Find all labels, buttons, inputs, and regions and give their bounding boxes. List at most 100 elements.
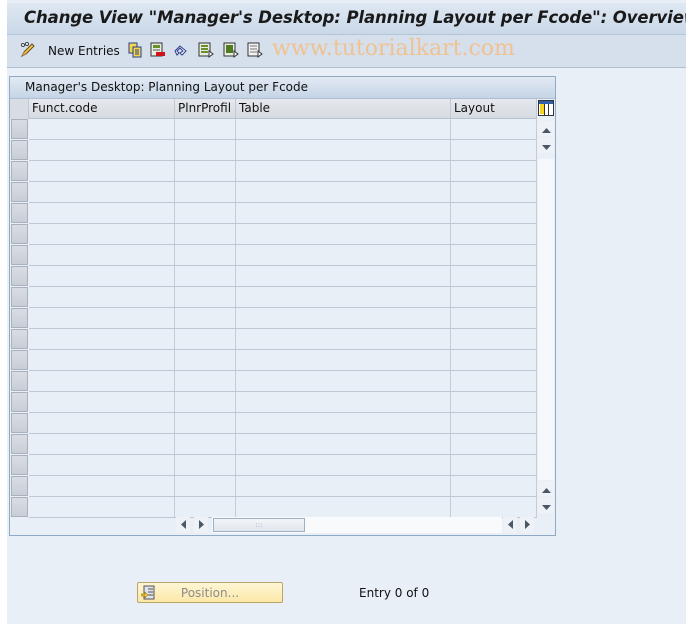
delete-button[interactable] (150, 42, 166, 60)
vertical-scrollbar-track[interactable] (538, 159, 554, 480)
scroll-far-right-button[interactable] (520, 517, 534, 533)
cell-table[interactable] (236, 371, 451, 392)
cell-plnr-profil[interactable] (175, 329, 236, 350)
cell-plnr-profil[interactable] (175, 266, 236, 287)
cell-table[interactable] (236, 182, 451, 203)
copy-as-button[interactable] (127, 42, 143, 60)
row-selector[interactable] (11, 413, 28, 433)
row-selector[interactable] (11, 119, 28, 139)
row-selector[interactable] (11, 392, 28, 412)
row-selector[interactable] (11, 308, 28, 328)
cell-layout[interactable] (451, 476, 537, 497)
select-block-button[interactable] (223, 42, 239, 60)
column-header-funct-code[interactable]: Funct.code (29, 99, 175, 119)
cell-layout[interactable] (451, 392, 537, 413)
scroll-far-left-button[interactable] (503, 517, 517, 533)
cell-funct-code[interactable] (29, 497, 175, 518)
cell-funct-code[interactable] (29, 350, 175, 371)
position-button[interactable]: Position... (137, 582, 283, 603)
cell-funct-code[interactable] (29, 245, 175, 266)
cell-table[interactable] (236, 224, 451, 245)
cell-layout[interactable] (451, 308, 537, 329)
cell-layout[interactable] (451, 434, 537, 455)
table-settings-button[interactable] (538, 100, 554, 116)
cell-plnr-profil[interactable] (175, 371, 236, 392)
row-selector[interactable] (11, 497, 28, 517)
cell-funct-code[interactable] (29, 266, 175, 287)
row-selector[interactable] (11, 329, 28, 349)
cell-table[interactable] (236, 497, 451, 518)
row-selector[interactable] (11, 287, 28, 307)
cell-layout[interactable] (451, 266, 537, 287)
cell-table[interactable] (236, 308, 451, 329)
scroll-right-button[interactable] (194, 517, 208, 533)
cell-table[interactable] (236, 350, 451, 371)
cell-plnr-profil[interactable] (175, 455, 236, 476)
cell-layout[interactable] (451, 455, 537, 476)
scroll-page-down-button[interactable] (538, 138, 554, 153)
cell-table[interactable] (236, 119, 451, 140)
cell-funct-code[interactable] (29, 287, 175, 308)
display-change-button[interactable] (19, 41, 37, 60)
cell-layout[interactable] (451, 245, 537, 266)
undo-change-button[interactable] (173, 42, 189, 60)
cell-funct-code[interactable] (29, 455, 175, 476)
cell-layout[interactable] (451, 329, 537, 350)
select-all-rows-corner[interactable] (10, 99, 29, 119)
scroll-up-button[interactable] (538, 481, 554, 496)
cell-plnr-profil[interactable] (175, 119, 236, 140)
column-header-table[interactable]: Table (236, 99, 451, 119)
cell-funct-code[interactable] (29, 161, 175, 182)
row-selector[interactable] (11, 455, 28, 475)
cell-plnr-profil[interactable] (175, 287, 236, 308)
cell-layout[interactable] (451, 497, 537, 518)
cell-funct-code[interactable] (29, 434, 175, 455)
cell-table[interactable] (236, 329, 451, 350)
column-header-layout[interactable]: Layout (451, 99, 537, 119)
cell-plnr-profil[interactable] (175, 203, 236, 224)
cell-plnr-profil[interactable] (175, 140, 236, 161)
deselect-all-button[interactable] (247, 42, 263, 60)
cell-table[interactable] (236, 161, 451, 182)
cell-layout[interactable] (451, 161, 537, 182)
scroll-down-button[interactable] (538, 498, 554, 513)
cell-plnr-profil[interactable] (175, 476, 236, 497)
cell-layout[interactable] (451, 371, 537, 392)
cell-plnr-profil[interactable] (175, 308, 236, 329)
cell-layout[interactable] (451, 413, 537, 434)
cell-funct-code[interactable] (29, 371, 175, 392)
cell-funct-code[interactable] (29, 140, 175, 161)
cell-funct-code[interactable] (29, 308, 175, 329)
cell-plnr-profil[interactable] (175, 161, 236, 182)
cell-funct-code[interactable] (29, 224, 175, 245)
cell-plnr-profil[interactable] (175, 497, 236, 518)
cell-layout[interactable] (451, 224, 537, 245)
cell-table[interactable] (236, 140, 451, 161)
cell-funct-code[interactable] (29, 413, 175, 434)
cell-layout[interactable] (451, 350, 537, 371)
scroll-page-up-button[interactable] (538, 121, 554, 136)
row-selector[interactable] (11, 266, 28, 286)
new-entries-button[interactable]: New Entries (48, 42, 120, 60)
row-selector[interactable] (11, 161, 28, 181)
cell-plnr-profil[interactable] (175, 434, 236, 455)
row-selector[interactable] (11, 182, 28, 202)
scroll-left-button[interactable] (176, 517, 190, 533)
cell-layout[interactable] (451, 182, 537, 203)
cell-table[interactable] (236, 287, 451, 308)
cell-plnr-profil[interactable] (175, 182, 236, 203)
row-selector[interactable] (11, 371, 28, 391)
cell-funct-code[interactable] (29, 119, 175, 140)
row-selector[interactable] (11, 434, 28, 454)
cell-plnr-profil[interactable] (175, 350, 236, 371)
cell-plnr-profil[interactable] (175, 392, 236, 413)
cell-table[interactable] (236, 476, 451, 497)
cell-funct-code[interactable] (29, 182, 175, 203)
cell-layout[interactable] (451, 203, 537, 224)
row-selector[interactable] (11, 224, 28, 244)
cell-layout[interactable] (451, 287, 537, 308)
cell-table[interactable] (236, 413, 451, 434)
cell-table[interactable] (236, 392, 451, 413)
cell-layout[interactable] (451, 119, 537, 140)
horizontal-scrollbar-thumb[interactable]: ::: (213, 518, 305, 532)
